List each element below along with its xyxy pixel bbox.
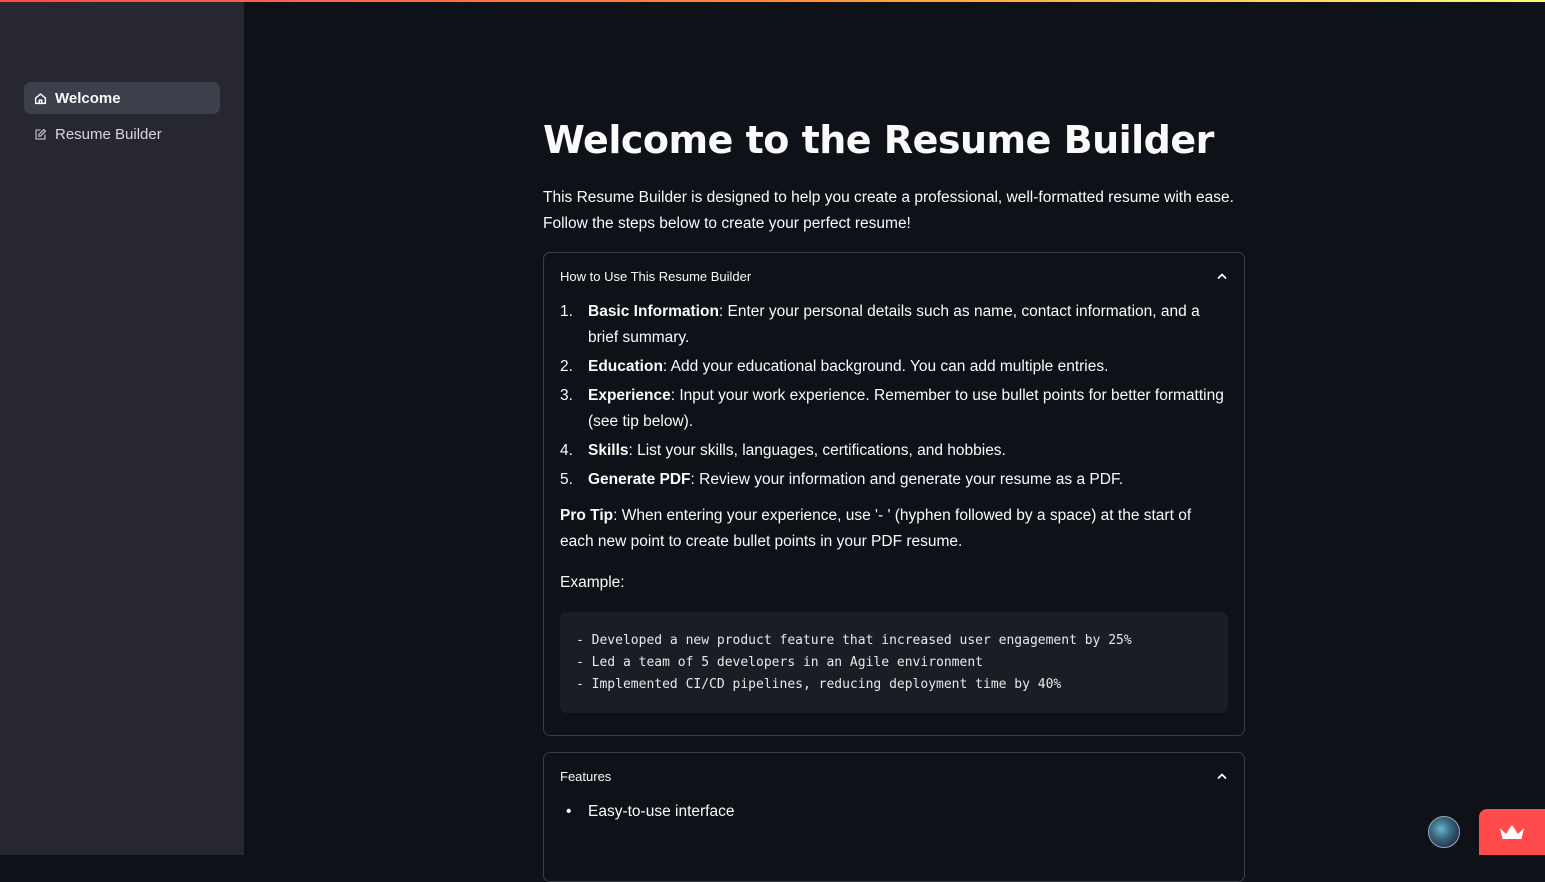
crown-icon bbox=[1500, 825, 1524, 839]
list-item: • Easy-to-use interface bbox=[560, 799, 1228, 825]
features-body: • Easy-to-use interface bbox=[544, 799, 1244, 825]
step-title: Experience bbox=[588, 387, 671, 404]
example-label: Example: bbox=[560, 574, 625, 591]
step-title: Skills bbox=[588, 442, 629, 459]
list-number: 2. bbox=[560, 358, 573, 375]
step-title: Basic Information bbox=[588, 303, 719, 320]
steps-list: 1. Basic Information: Enter your persona… bbox=[560, 299, 1228, 493]
step-text: : Add your educational background. You c… bbox=[662, 358, 1109, 375]
pro-tip: Pro Tip: When entering your experience, … bbox=[560, 503, 1228, 555]
sidebar: Welcome Resume Builder bbox=[0, 0, 244, 855]
chevron-up-icon[interactable] bbox=[1216, 270, 1228, 282]
step-title: Education bbox=[588, 358, 663, 375]
pro-tip-text: : When entering your experience, use '- … bbox=[560, 507, 1192, 550]
sidebar-item-label: Welcome bbox=[55, 89, 121, 107]
list-item: 3. Experience: Input your work experienc… bbox=[560, 383, 1228, 435]
list-item: 5. Generate PDF: Review your information… bbox=[560, 467, 1228, 493]
code-line: - Implemented CI/CD pipelines, reducing … bbox=[576, 677, 1062, 692]
features-list: • Easy-to-use interface bbox=[560, 799, 1228, 825]
expander-title: How to Use This Resume Builder bbox=[560, 268, 752, 284]
bullet-icon: • bbox=[566, 803, 572, 820]
intro-text: This Resume Builder is designed to help … bbox=[543, 189, 1234, 232]
avatar[interactable] bbox=[1428, 816, 1460, 848]
code-block: - Developed a new product feature that i… bbox=[560, 612, 1228, 713]
expander-title: Features bbox=[560, 768, 612, 784]
step-text: : Input your work experience. Remember t… bbox=[588, 387, 1224, 430]
page-title: Welcome to the Resume Builder bbox=[543, 118, 1214, 162]
list-item: 2. Education: Add your educational backg… bbox=[560, 354, 1228, 380]
list-number: 1. bbox=[560, 303, 573, 320]
streamlit-crown-badge[interactable] bbox=[1479, 809, 1545, 855]
code-line: - Developed a new product feature that i… bbox=[576, 633, 1132, 648]
how-to-expander: How to Use This Resume Builder 1. Basic … bbox=[543, 252, 1245, 736]
code-line: - Led a team of 5 developers in an Agile… bbox=[576, 655, 983, 670]
step-text: : List your skills, languages, certifica… bbox=[628, 442, 1006, 459]
edit-icon bbox=[34, 128, 47, 141]
how-to-expander-header[interactable]: How to Use This Resume Builder bbox=[544, 253, 1244, 299]
step-title: Generate PDF bbox=[588, 471, 691, 488]
list-number: 3. bbox=[560, 387, 573, 404]
features-expander-header[interactable]: Features bbox=[544, 753, 1244, 799]
home-icon bbox=[34, 92, 47, 105]
sidebar-item-label: Resume Builder bbox=[55, 125, 162, 143]
list-item: 4. Skills: List your skills, languages, … bbox=[560, 438, 1228, 464]
chevron-up-icon[interactable] bbox=[1216, 770, 1228, 782]
how-to-body: 1. Basic Information: Enter your persona… bbox=[544, 299, 1244, 713]
feature-text: Easy-to-use interface bbox=[588, 803, 735, 820]
list-number: 4. bbox=[560, 442, 573, 459]
sidebar-item-welcome[interactable]: Welcome bbox=[24, 82, 220, 114]
pro-tip-label: Pro Tip bbox=[560, 507, 614, 524]
sidebar-item-resume-builder[interactable]: Resume Builder bbox=[24, 118, 220, 150]
top-decoration-bar bbox=[0, 0, 1545, 2]
features-expander: Features • Easy-to-use interface bbox=[543, 752, 1245, 882]
list-item: 1. Basic Information: Enter your persona… bbox=[560, 299, 1228, 351]
sidebar-nav: Welcome Resume Builder bbox=[24, 82, 220, 154]
step-text: : Review your information and generate y… bbox=[690, 471, 1124, 488]
list-number: 5. bbox=[560, 471, 573, 488]
